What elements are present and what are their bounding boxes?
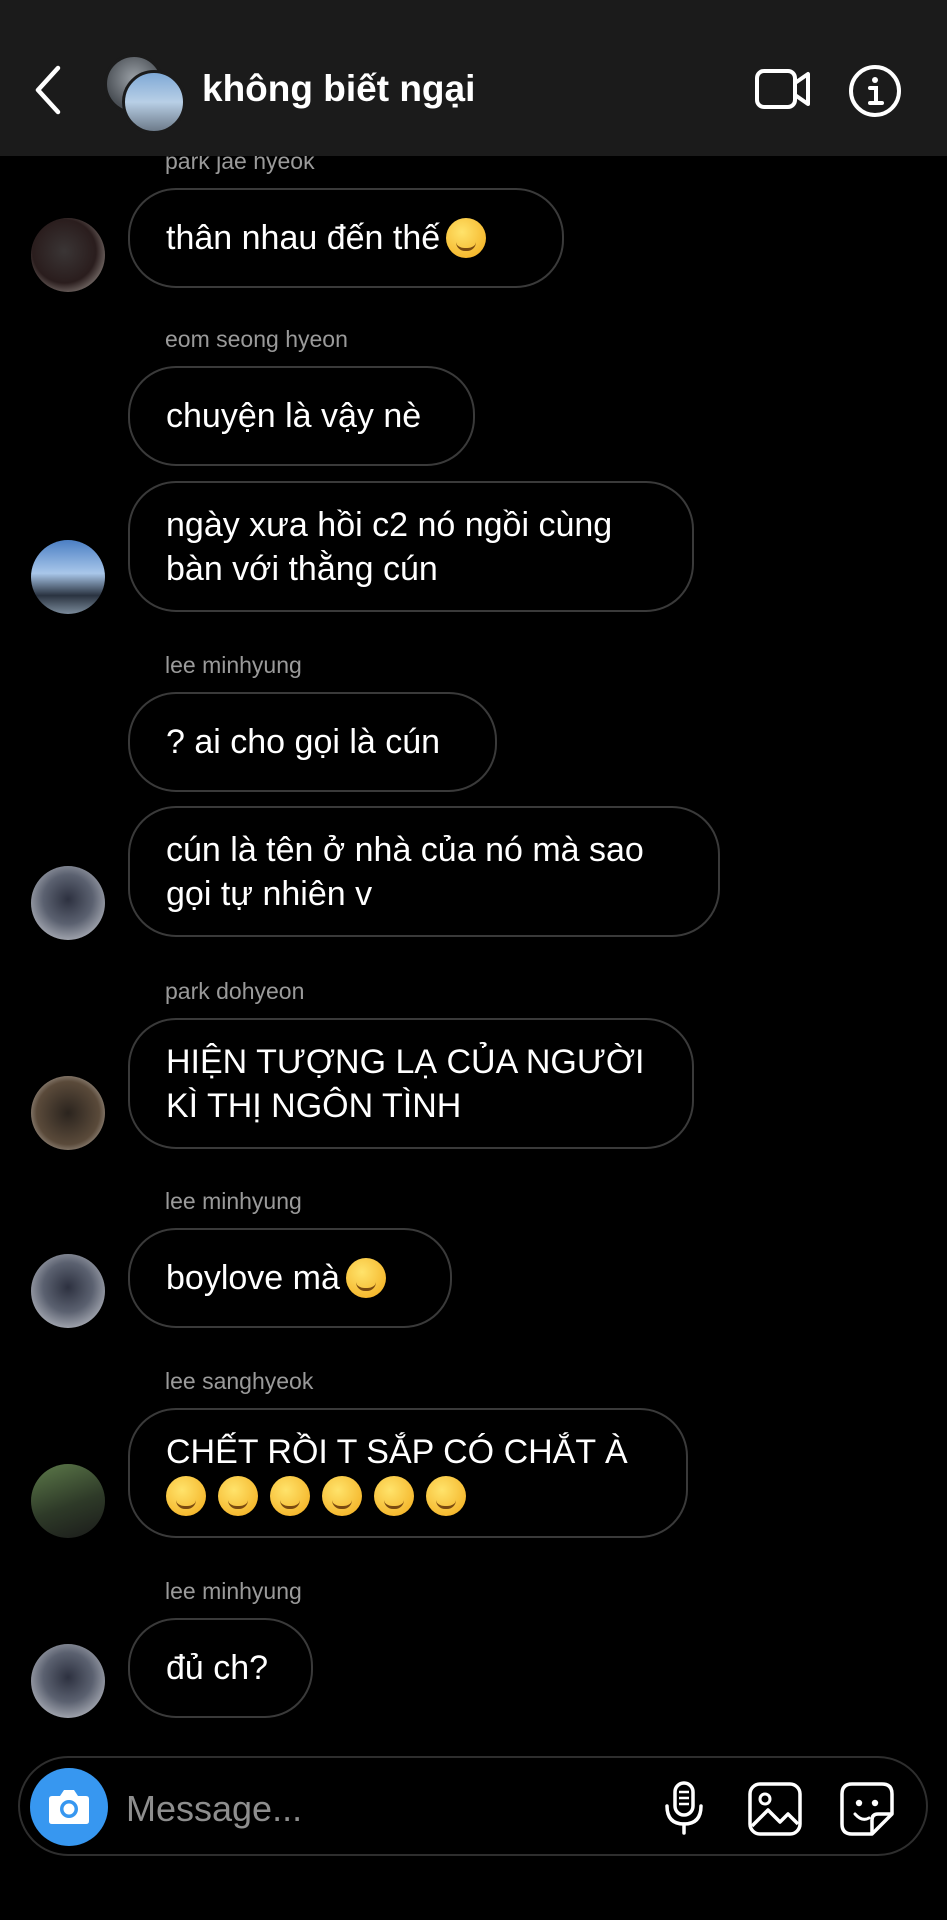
message-composer xyxy=(18,1756,928,1856)
sender-name: eom seong hyeon xyxy=(165,326,348,352)
camera-button[interactable] xyxy=(30,1768,108,1846)
message-text: ? ai cho gọi là cún xyxy=(166,723,441,761)
message-list[interactable]: park jae hyeok thân nhau đến thế eom seo… xyxy=(0,156,947,1756)
avatar[interactable] xyxy=(31,1644,105,1718)
microphone-button[interactable] xyxy=(660,1780,708,1836)
info-button[interactable] xyxy=(848,64,902,118)
sender-name: lee minhyung xyxy=(165,652,302,678)
sticker-icon xyxy=(840,1782,894,1836)
group-avatar-photo-2 xyxy=(122,70,186,134)
microphone-icon xyxy=(665,1781,703,1835)
info-icon xyxy=(849,65,901,117)
message-text: đủ ch? xyxy=(166,1649,269,1687)
sender-name: lee minhyung xyxy=(165,1188,302,1214)
camera-icon xyxy=(49,1790,89,1824)
avatar[interactable] xyxy=(31,866,105,940)
message-text: cún là tên ở nhà của nó mà sao gọi tự nh… xyxy=(166,830,644,913)
loudly-crying-face-emoji xyxy=(166,1476,206,1516)
sender-name: lee minhyung xyxy=(165,1578,302,1604)
back-button[interactable] xyxy=(30,62,70,118)
message-bubble[interactable]: đủ ch? xyxy=(128,1618,313,1718)
sender-name: park dohyeon xyxy=(165,978,305,1004)
message-text: CHẾT RỒI T SẮP CÓ CHẮT À xyxy=(166,1433,628,1471)
chevron-left-icon xyxy=(35,65,61,115)
gallery-button[interactable] xyxy=(746,1780,804,1838)
message-bubble[interactable]: cún là tên ở nhà của nó mà sao gọi tự nh… xyxy=(128,806,720,937)
loudly-crying-face-emoji xyxy=(374,1476,414,1516)
loudly-crying-face-emoji xyxy=(218,1476,258,1516)
message-bubble[interactable]: ? ai cho gọi là cún xyxy=(128,692,497,792)
message-text: thân nhau đến thế xyxy=(166,219,441,257)
avatar[interactable] xyxy=(31,540,105,614)
video-call-button[interactable] xyxy=(754,66,812,112)
dizzy-face-emoji xyxy=(446,218,487,258)
avatar[interactable] xyxy=(31,218,105,292)
message-bubble[interactable]: boylove mà xyxy=(128,1228,452,1328)
message-bubble[interactable]: CHẾT RỒI T SẮP CÓ CHẮT À xyxy=(128,1408,688,1538)
message-bubble[interactable]: chuyện là vậy nè xyxy=(128,366,475,466)
loudly-crying-face-emoji xyxy=(322,1476,362,1516)
sender-name: park jae hyeok xyxy=(165,156,315,174)
video-camera-icon xyxy=(755,69,810,109)
loudly-crying-face-emoji xyxy=(270,1476,310,1516)
sender-name: lee sanghyeok xyxy=(165,1368,314,1394)
chat-title[interactable]: không biết ngại xyxy=(202,68,475,110)
avatar[interactable] xyxy=(31,1076,105,1150)
message-input[interactable] xyxy=(124,1780,648,1838)
message-text: boylove mà xyxy=(166,1259,340,1297)
crying-emoji-row xyxy=(166,1476,466,1516)
image-gallery-icon xyxy=(748,1782,802,1836)
loudly-crying-face-emoji xyxy=(426,1476,466,1516)
sticker-button[interactable] xyxy=(838,1780,896,1838)
group-avatar[interactable] xyxy=(104,54,186,134)
chat-header: không biết ngại xyxy=(0,0,947,156)
message-bubble[interactable]: thân nhau đến thế xyxy=(128,188,564,288)
relieved-face-emoji xyxy=(345,1258,386,1298)
message-text: HIỆN TƯỢNG LẠ CỦA NGƯỜI KÌ THỊ NGÔN TÌNH xyxy=(166,1042,645,1125)
avatar[interactable] xyxy=(31,1254,105,1328)
message-text: chuyện là vậy nè xyxy=(166,397,422,435)
message-text: ngày xưa hồi c2 nó ngồi cùng bàn với thằ… xyxy=(166,505,613,588)
message-bubble[interactable]: ngày xưa hồi c2 nó ngồi cùng bàn với thằ… xyxy=(128,481,694,612)
avatar[interactable] xyxy=(31,1464,105,1538)
message-bubble[interactable]: HIỆN TƯỢNG LẠ CỦA NGƯỜI KÌ THỊ NGÔN TÌNH xyxy=(128,1018,694,1149)
